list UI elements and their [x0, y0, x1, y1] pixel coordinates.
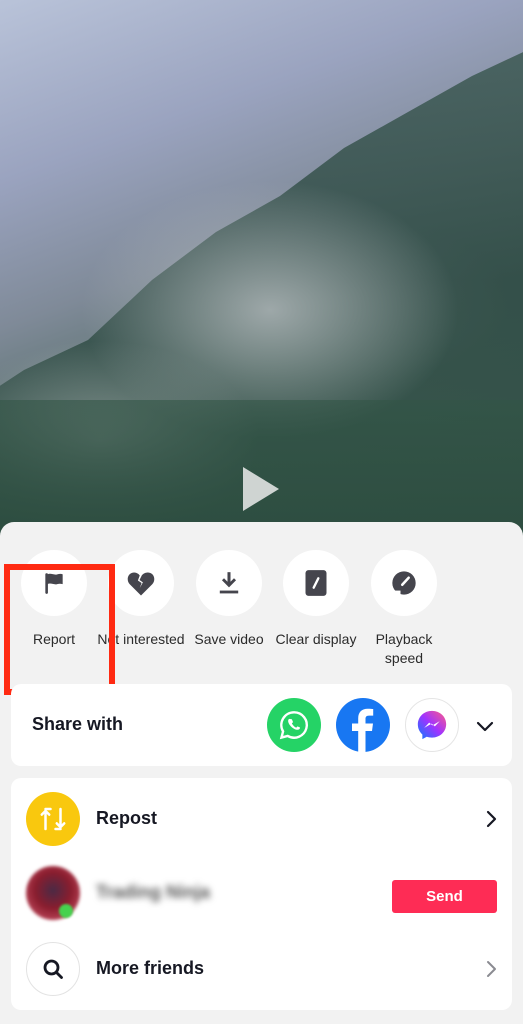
play-icon[interactable] [243, 467, 279, 511]
messenger-share-button[interactable] [405, 698, 459, 752]
report-button[interactable]: Report [10, 550, 98, 649]
friend-name: Trading Ninja [96, 882, 211, 902]
chevron-down-icon [476, 721, 494, 732]
facebook-icon [352, 708, 374, 752]
send-button[interactable]: Send [392, 880, 497, 913]
action-label: Playback speed [375, 631, 433, 666]
not-interested-circle [108, 550, 174, 616]
flag-icon [45, 573, 63, 594]
chevron-right-icon [486, 810, 497, 828]
facebook-share-button[interactable] [336, 698, 390, 752]
repost-row[interactable]: Repost [11, 784, 512, 854]
not-interested-button[interactable]: Not interested [97, 550, 185, 649]
share-with-title: Share with [32, 714, 124, 734]
messenger-icon [417, 710, 447, 740]
save-video-circle [196, 550, 262, 616]
download-icon [219, 572, 239, 594]
repost-icon-circle [26, 792, 80, 846]
chevron-right-icon [487, 961, 496, 977]
clear-display-circle [283, 550, 349, 616]
share-with-card: Share with [11, 684, 512, 766]
share-list-card: Repost Trading Ninja Send More friends [11, 778, 512, 1010]
online-status-dot [59, 904, 73, 918]
repost-label: Repost [96, 808, 158, 828]
bottom-sheet: Report Not interested Save video Clear d… [0, 522, 523, 1024]
playback-speed-circle [371, 550, 437, 616]
clear-display-button[interactable]: Clear display [272, 550, 360, 649]
action-label: Report [32, 631, 76, 647]
save-video-button[interactable]: Save video [185, 550, 273, 649]
report-circle [21, 550, 87, 616]
more-friends-chevron [481, 958, 501, 980]
playback-speed-button[interactable]: Playback speed [360, 550, 448, 668]
search-icon [43, 959, 63, 979]
action-label: Not interested [97, 631, 185, 647]
speedometer-icon [392, 571, 416, 596]
action-row: Report Not interested Save video Clear d… [0, 550, 523, 695]
share-more-button[interactable] [473, 714, 497, 738]
search-icon-circle [26, 942, 80, 996]
action-label: Clear display [275, 631, 357, 647]
action-label: Save video [194, 631, 264, 647]
whatsapp-share-button[interactable] [267, 698, 321, 752]
friend-row[interactable]: Trading Ninja Send [11, 858, 512, 928]
repost-chevron [481, 808, 501, 830]
broken-heart-icon [127, 572, 155, 596]
repost-icon [40, 807, 66, 831]
video-player[interactable] [0, 0, 523, 540]
share-sheet-screen: Report Not interested Save video Clear d… [0, 0, 523, 1024]
clear-display-icon [305, 570, 327, 596]
more-friends-row[interactable]: More friends [11, 934, 512, 1004]
more-friends-label: More friends [96, 958, 205, 978]
whatsapp-icon [279, 711, 308, 740]
